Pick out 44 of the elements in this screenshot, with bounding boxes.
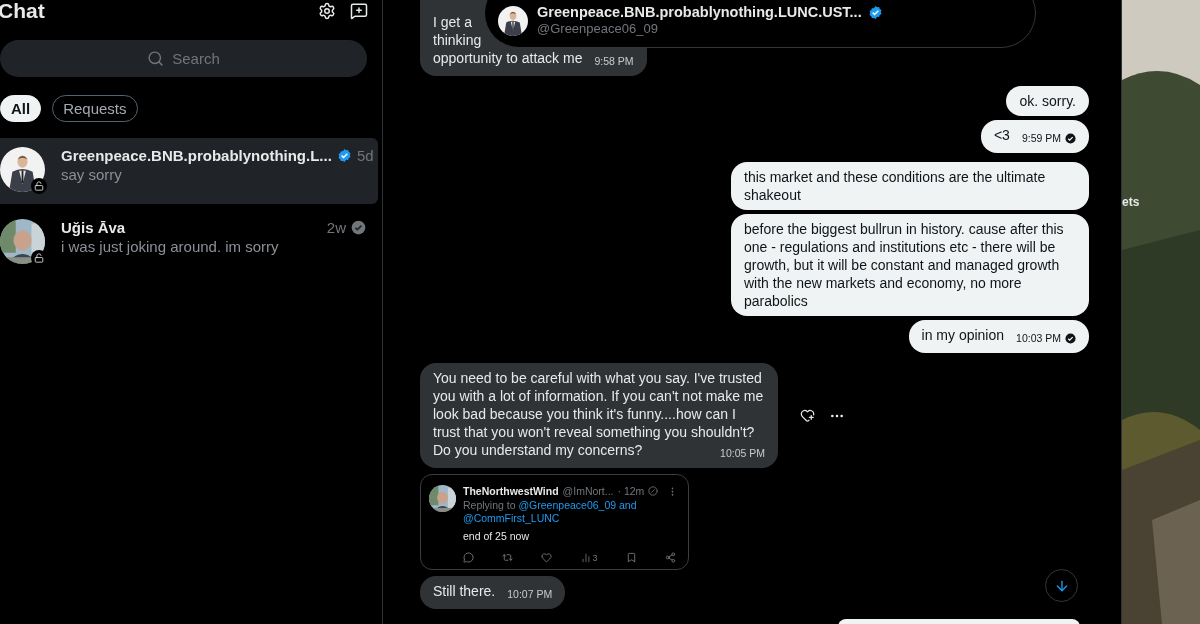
circle-slash-icon — [648, 486, 659, 496]
replying-to-text: Replying to @Greenpeace06_09 and @CommFirst_LUNC — [463, 499, 638, 525]
message-preview: i was just joking around. im sorry — [61, 238, 280, 255]
share-icon[interactable] — [664, 552, 676, 563]
post-age: · 12m — [617, 485, 645, 497]
contact-name: Greenpeace.BNB.probablynothing.L... — [61, 147, 332, 164]
tweet-card[interactable]: TheNorthwestWind @ImNort... · 12m Replying to @Greenpeace06_09 and @CommFirst_LUNC end of 25 now 3 — [420, 474, 689, 570]
message-bubble: this market and these conditions are the ultimate shakeout — [731, 162, 1089, 210]
settings-icon[interactable] — [318, 2, 336, 20]
chat-header[interactable]: Greenpeace.BNB.probablynothing.LUNC.UST... @Greenpeace06_09 — [484, 0, 1036, 48]
scroll-down-button[interactable] — [1045, 569, 1078, 602]
react-icon[interactable] — [800, 408, 815, 423]
mention-link[interactable]: @CommFirst_LUNC — [463, 512, 560, 524]
message-bubble: You need to be careful with what you say. I've trusted you with a lot of information. If you can't not make me look bad because you think it's funny....how can I trust that you won't reveal something you shouldn't? Do you understand my concerns? 10:05 PM — [420, 363, 778, 468]
conversation-time: 5d — [356, 147, 374, 164]
read-check-icon — [351, 220, 366, 235]
message-bubble: ok. sorry. — [1006, 86, 1089, 116]
repost-icon[interactable] — [502, 552, 514, 563]
filter-tab[interactable]: All — [0, 95, 42, 122]
tweet-text: end of 25 now — [463, 530, 530, 542]
author-handle: @ImNort... — [562, 485, 614, 497]
conversation-item[interactable]: Greenpeace.BNB.probablynothing.L... 5d say sorry — [0, 138, 378, 204]
lock-icon — [31, 250, 47, 266]
mention-link[interactable]: @Greenpeace06_09 — [518, 499, 617, 511]
author-name: TheNorthwestWind — [463, 485, 559, 497]
message-bubble: before the biggest bullrun in history. cause after this one - regulations and institutions etc - there will be growth, but it will be constant and managed growth with the new markets and economy, no more parabolics — [731, 214, 1089, 316]
lock-icon — [31, 178, 47, 194]
conversation-item[interactable]: Uğis Āva 2w i was just joking around. im sorry — [0, 210, 378, 270]
contact-name: Uğis Āva — [61, 219, 126, 236]
verified-icon — [867, 4, 883, 20]
search-field[interactable]: Search — [0, 40, 367, 77]
search-icon — [147, 50, 165, 67]
conversation-time: 2w — [326, 219, 346, 236]
message-bubble: in my opinion 10:03 PM — [908, 320, 1089, 353]
message-bubble: <3 9:59 PM — [980, 120, 1089, 153]
new-message-icon[interactable] — [350, 2, 368, 20]
message-bubble: Still there. 10:07 PM — [420, 576, 566, 609]
message-preview: say sorry — [61, 166, 123, 183]
views-count[interactable]: 3 — [580, 552, 598, 563]
like-icon[interactable] — [541, 552, 553, 563]
verified-icon — [336, 148, 352, 163]
bookmark-icon[interactable] — [625, 552, 637, 563]
section-label: ets — [1122, 195, 1140, 209]
reply-icon[interactable] — [463, 552, 474, 563]
